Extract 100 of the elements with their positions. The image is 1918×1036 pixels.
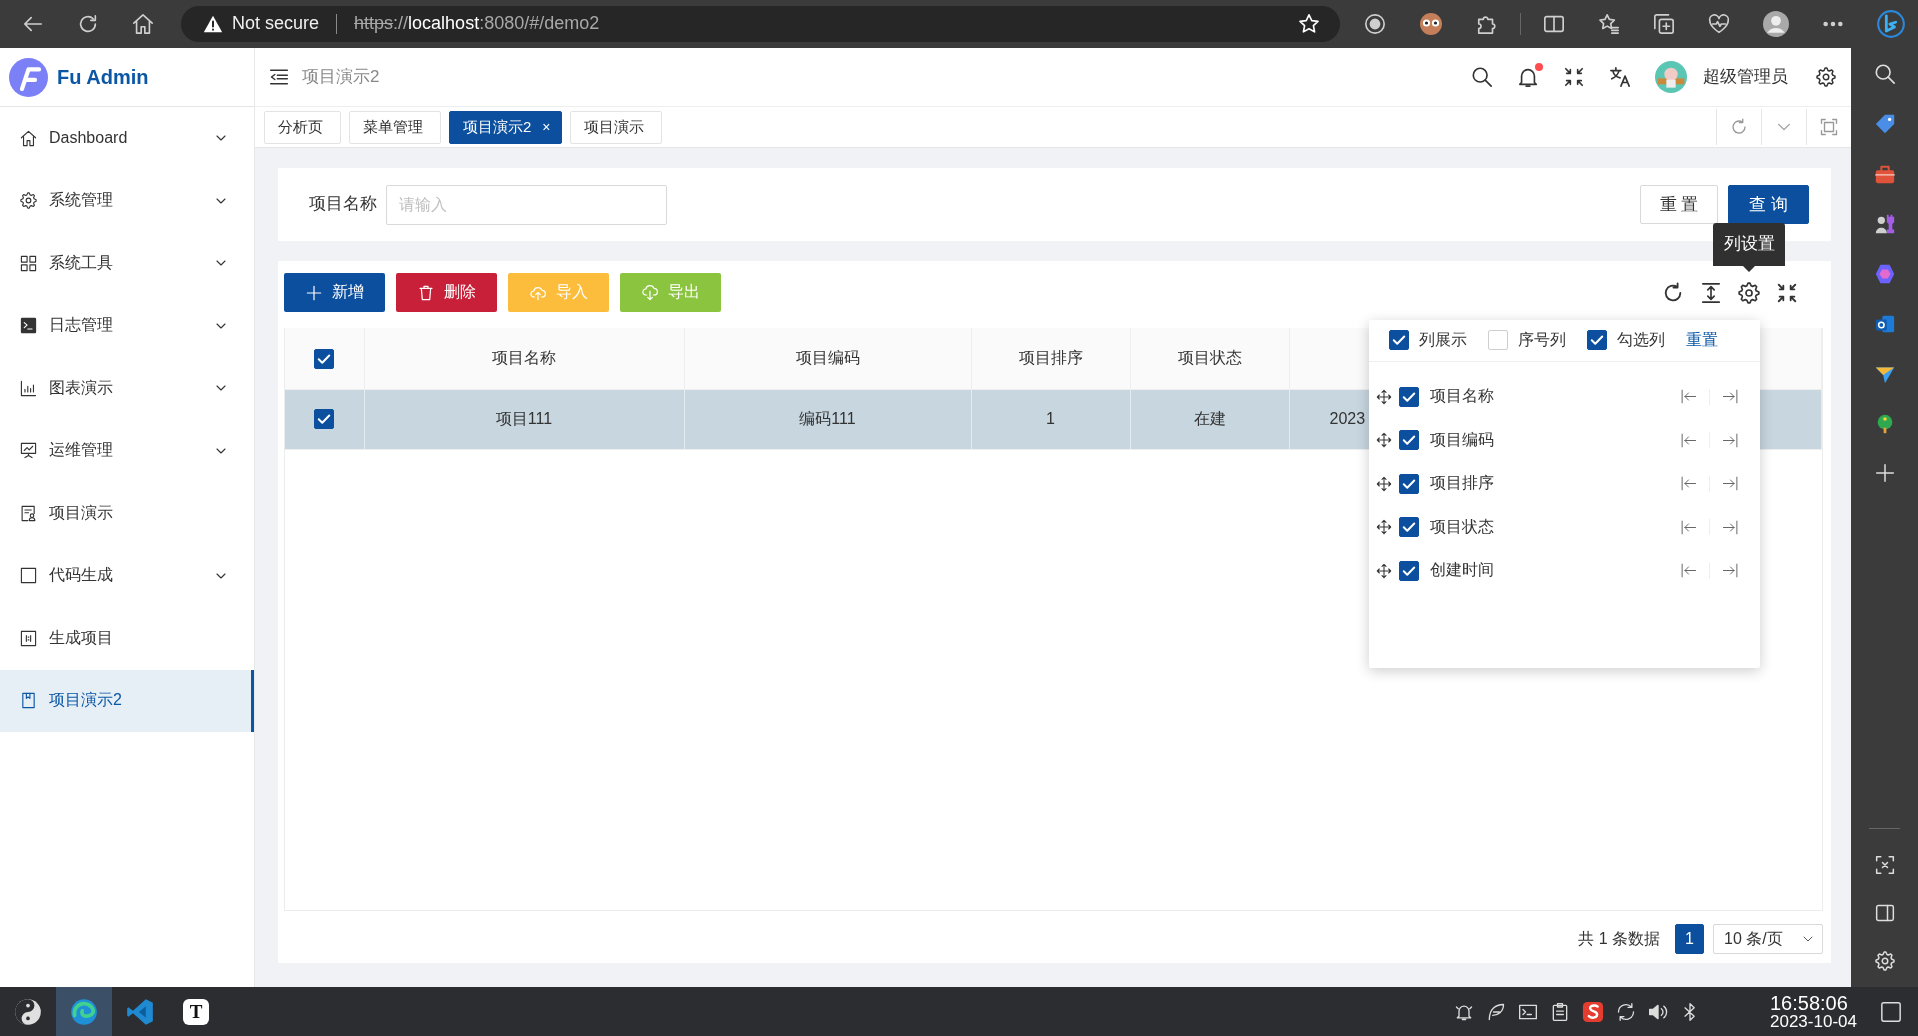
user-name[interactable]: 超级管理员 (1703, 65, 1788, 89)
favorites-icon[interactable] (1598, 13, 1620, 35)
settings-icon[interactable] (1738, 281, 1760, 304)
panel-icon[interactable] (1874, 903, 1895, 923)
sidebar-item[interactable]: 日志管理 (0, 294, 254, 357)
sidebar-item[interactable]: Dashboard (0, 107, 254, 170)
chess-pieces-icon[interactable] (1873, 213, 1896, 235)
settings-icon[interactable] (1816, 67, 1836, 87)
avatar-icon[interactable] (1655, 61, 1687, 93)
tab[interactable]: 菜单管理 (349, 110, 441, 144)
arrow-to-end-icon[interactable] (1722, 475, 1739, 493)
terminal-icon (20, 317, 37, 335)
square-icon (20, 567, 37, 585)
checkbox[interactable] (1389, 330, 1409, 351)
option-label[interactable]: 勾选列 (1617, 330, 1665, 351)
translate-icon[interactable] (1609, 66, 1631, 88)
fullscreen-icon[interactable] (1563, 66, 1585, 88)
page-size-select[interactable]: 10 条/页 (1713, 924, 1823, 954)
split-screen-icon[interactable] (1543, 13, 1565, 35)
reset-link[interactable]: 重置 (1686, 330, 1718, 351)
capture-icon[interactable] (1874, 855, 1895, 875)
reset-button[interactable]: 重 置 (1640, 185, 1718, 224)
logo-icon (9, 57, 48, 97)
search-icon[interactable] (1873, 63, 1896, 85)
clock-date: 2023-10-04 (1770, 1013, 1858, 1030)
add-button[interactable]: 新增 (284, 273, 385, 312)
eyes-icon[interactable] (1419, 12, 1443, 36)
arrow-to-end-icon[interactable] (1722, 562, 1739, 580)
sidebar-item[interactable]: 系统工具 (0, 232, 254, 295)
taskbar-app[interactable]: T (168, 987, 224, 1036)
fullscreen-icon[interactable] (1776, 281, 1798, 304)
tab[interactable]: 项目演示 (569, 110, 662, 144)
move-icon[interactable] (1376, 432, 1392, 449)
profile-icon[interactable] (1763, 11, 1789, 37)
sidebar-item[interactable]: 运维管理 (0, 419, 254, 482)
tab[interactable]: 分析页 (264, 110, 341, 144)
checkbox[interactable] (1399, 560, 1419, 581)
document-icon (20, 504, 37, 522)
move-icon[interactable] (1376, 475, 1392, 492)
arrow-to-start-icon[interactable] (1680, 518, 1697, 536)
toolbox-icon[interactable] (1873, 163, 1896, 185)
app-logo-icon[interactable] (1582, 1000, 1604, 1023)
close-tab-button[interactable]: × (542, 117, 551, 137)
arrow-to-start-icon[interactable] (1680, 562, 1697, 580)
presentation-icon (20, 442, 37, 460)
checkbox[interactable] (1399, 473, 1419, 494)
home-icon[interactable] (132, 13, 154, 35)
arrow-to-start-icon[interactable] (1680, 388, 1697, 406)
frame-icon[interactable] (1820, 118, 1838, 136)
option-label[interactable]: 列展示 (1419, 330, 1467, 351)
checkmark-icon (317, 351, 332, 366)
move-icon[interactable] (1376, 388, 1392, 405)
table-cell: 在建 (1130, 389, 1289, 449)
square-icon[interactable] (1880, 1000, 1902, 1023)
checkbox[interactable] (1587, 330, 1607, 351)
search-icon[interactable] (1471, 66, 1493, 88)
input-field[interactable]: 请输入 (386, 184, 667, 225)
sidebar-item[interactable]: 生成项目 (0, 607, 254, 670)
reload-icon[interactable] (1662, 281, 1684, 304)
search-button[interactable]: 查 询 (1728, 185, 1809, 224)
tag-icon[interactable] (1873, 113, 1896, 135)
option-label[interactable]: 序号列 (1518, 330, 1566, 351)
collections-icon[interactable] (1653, 13, 1675, 35)
checkbox[interactable] (314, 409, 335, 430)
address-bar[interactable]: Not secure https://localhost:8080/#/demo2 (181, 6, 1340, 42)
record-icon[interactable] (1364, 13, 1386, 35)
hexagon-icon[interactable] (1873, 263, 1896, 285)
favorite-star-icon[interactable] (1298, 13, 1320, 35)
move-icon[interactable] (1376, 519, 1392, 536)
checkbox[interactable] (1399, 430, 1419, 451)
checkmark-icon (1392, 333, 1406, 348)
checkbox[interactable] (314, 348, 335, 369)
bell-icon[interactable] (1517, 66, 1539, 88)
column-height-icon[interactable] (1700, 281, 1722, 304)
arrow-to-start-icon[interactable] (1680, 431, 1697, 449)
sidebar-item[interactable]: 项目演示 (0, 482, 254, 545)
puzzle-icon[interactable] (1476, 13, 1498, 35)
checkbox[interactable] (1399, 517, 1419, 538)
sidebar-item[interactable]: 项目演示2 (0, 669, 254, 732)
tab[interactable]: 项目演示2 × (449, 110, 562, 144)
reload-icon[interactable] (77, 13, 99, 35)
sidebar-item[interactable]: 图表演示 (0, 357, 254, 420)
delete-button[interactable]: 删除 (396, 273, 497, 312)
round-logo-icon[interactable] (1877, 10, 1905, 38)
move-icon[interactable] (1376, 562, 1392, 579)
ring-tile-icon[interactable] (1873, 313, 1896, 335)
sidebar-item[interactable]: 系统管理 (0, 169, 254, 232)
sidebar-item[interactable]: 代码生成 (0, 544, 254, 607)
arrow-to-end-icon[interactable] (1722, 518, 1739, 536)
arrow-to-start-icon[interactable] (1680, 475, 1697, 493)
plus-icon[interactable] (1874, 463, 1895, 483)
clipboard-icon[interactable] (1550, 1001, 1570, 1022)
arrow-to-end-icon[interactable] (1722, 388, 1739, 406)
feather-icon[interactable] (1486, 1001, 1506, 1022)
heart-icon[interactable] (1708, 13, 1730, 35)
checkbox[interactable] (1399, 386, 1419, 407)
page-button[interactable]: 1 (1675, 924, 1704, 954)
menu-icon[interactable] (269, 67, 289, 87)
sync-icon[interactable] (1616, 1001, 1636, 1022)
arrow-to-end-icon[interactable] (1722, 431, 1739, 449)
